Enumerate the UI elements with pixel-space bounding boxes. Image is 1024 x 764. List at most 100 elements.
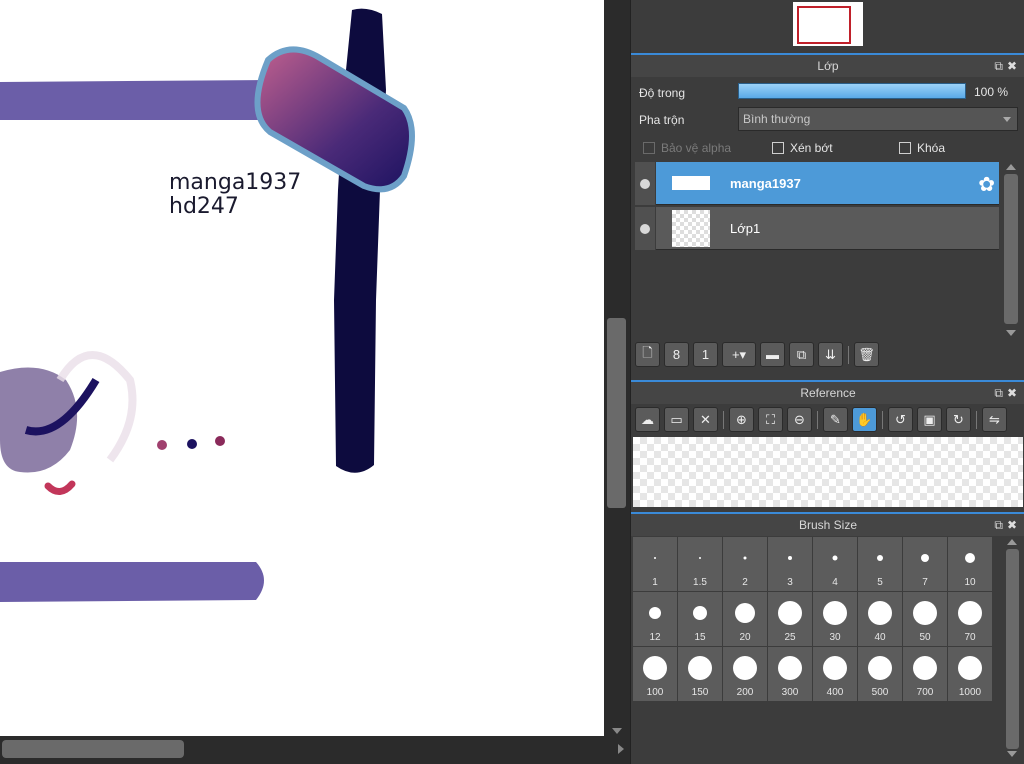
brush-dot-icon (743, 556, 747, 560)
brush-size-option[interactable]: 3 (768, 537, 812, 591)
brush-size-option[interactable]: 300 (768, 647, 812, 701)
duplicate-layer-icon[interactable]: ⧉ (789, 342, 814, 367)
scroll-up-arrow[interactable] (1006, 164, 1016, 170)
lock-label: Khóa (917, 141, 946, 155)
canvas-vertical-scrollbar[interactable] (604, 0, 630, 736)
brush-size-option[interactable]: 5 (858, 537, 902, 591)
drawing-canvas[interactable]: manga1937 hd247 (0, 0, 604, 736)
trash-icon[interactable]: 🗑 (854, 342, 879, 367)
add-layer-dropdown-icon[interactable]: +▾ (722, 342, 756, 367)
scroll-down-arrow[interactable] (1006, 330, 1016, 336)
checkbox-box[interactable] (772, 142, 784, 154)
fit-screen-icon[interactable]: ⛶ (758, 407, 783, 432)
checkbox-box[interactable] (899, 142, 911, 154)
layer-row-lop1[interactable]: Lớp1 (635, 207, 999, 250)
cloud-upload-icon[interactable]: ☁ (635, 407, 660, 432)
rotate-left-icon[interactable]: ↺ (888, 407, 913, 432)
checkbox-box[interactable] (643, 142, 655, 154)
scroll-thumb[interactable] (1006, 549, 1019, 749)
brush-dot-icon (823, 656, 847, 680)
scroll-thumb[interactable] (607, 318, 626, 508)
brush-size-option[interactable]: 150 (678, 647, 722, 701)
eyedropper-icon[interactable]: ✎ (823, 407, 848, 432)
new-8bit-layer-icon[interactable]: 8 (664, 342, 689, 367)
brush-size-option[interactable]: 12 (633, 592, 677, 646)
reference-image-area[interactable] (633, 437, 1023, 507)
close-icon[interactable]: ✖ (1007, 518, 1021, 532)
merge-down-icon[interactable]: ⇊ (818, 342, 843, 367)
brush-dot-icon (654, 557, 656, 559)
brush-size-label: 5 (877, 577, 883, 588)
toolbar-separator (817, 410, 818, 429)
brush-size-option[interactable]: 1 (633, 537, 677, 591)
folder-icon[interactable]: ▬ (760, 342, 785, 367)
brush-size-option[interactable]: 2 (723, 537, 767, 591)
layer-row-manga1937[interactable]: manga1937 ✿ (635, 162, 999, 205)
rotate-right-icon[interactable]: ↻ (946, 407, 971, 432)
brush-size-option[interactable]: 30 (813, 592, 857, 646)
scroll-down-arrow[interactable] (612, 728, 622, 734)
brush-size-option[interactable]: 100 (633, 647, 677, 701)
protect-alpha-checkbox[interactable]: Bảo vệ alpha (643, 141, 731, 155)
visibility-toggle[interactable] (635, 207, 655, 250)
brush-size-option[interactable]: 70 (948, 592, 992, 646)
brush-size-option[interactable]: 40 (858, 592, 902, 646)
hand-icon[interactable]: ✋ (852, 407, 877, 432)
brush-size-option[interactable]: 10 (948, 537, 992, 591)
brush-size-option[interactable]: 25 (768, 592, 812, 646)
scroll-up-arrow[interactable] (1007, 539, 1017, 545)
brush-size-option[interactable]: 500 (858, 647, 902, 701)
layer-thumbnail (672, 176, 710, 190)
open-folder-icon[interactable]: ▭ (664, 407, 689, 432)
reset-view-icon[interactable]: ▣ (917, 407, 942, 432)
zoom-out-icon[interactable]: ⊖ (787, 407, 812, 432)
close-icon[interactable]: ✖ (1007, 386, 1021, 400)
scroll-down-arrow[interactable] (1007, 751, 1017, 757)
brush-size-label: 1.5 (693, 577, 707, 588)
brush-size-option[interactable]: 50 (903, 592, 947, 646)
brush-size-option[interactable]: 4 (813, 537, 857, 591)
canvas-horizontal-scrollbar[interactable] (0, 736, 630, 764)
brush-dot-icon (688, 656, 712, 680)
undock-icon[interactable]: ⧉ (994, 386, 1007, 400)
gradient-blob (254, 46, 415, 193)
navigator-thumbnail[interactable] (793, 2, 863, 46)
brush-size-option[interactable]: 200 (723, 647, 767, 701)
new-1bit-layer-icon[interactable]: 1 (693, 342, 718, 367)
opacity-slider[interactable] (738, 83, 966, 99)
close-icon[interactable]: ✖ (1007, 59, 1021, 73)
brush-size-option[interactable]: 15 (678, 592, 722, 646)
undock-icon[interactable]: ⧉ (994, 59, 1007, 73)
scroll-thumb[interactable] (1004, 174, 1018, 324)
brush-dot-icon (868, 601, 892, 625)
brush-size-option[interactable]: 1.5 (678, 537, 722, 591)
zoom-in-icon[interactable]: ⊕ (729, 407, 754, 432)
blend-mode-select[interactable]: Bình thường (738, 107, 1018, 131)
chevron-down-icon (1003, 117, 1011, 122)
brush-size-label: 20 (739, 632, 751, 643)
navigator-viewport-frame[interactable] (797, 6, 851, 44)
brush-size-scrollbar[interactable] (1003, 537, 1021, 759)
undock-icon[interactable]: ⧉ (994, 518, 1007, 532)
layer-list: manga1937 ✿ Lớp1 (635, 162, 999, 338)
toolbar-separator (723, 410, 724, 429)
brush-size-option[interactable]: 700 (903, 647, 947, 701)
brush-dot-icon (965, 553, 975, 563)
brush-size-option[interactable]: 7 (903, 537, 947, 591)
brush-size-option[interactable]: 400 (813, 647, 857, 701)
brush-size-option[interactable]: 1000 (948, 647, 992, 701)
flip-icon[interactable]: ⇋ (982, 407, 1007, 432)
visibility-toggle[interactable] (635, 162, 655, 205)
brush-dot-icon (913, 656, 937, 680)
lock-checkbox[interactable]: Khóa (899, 141, 945, 155)
close-icon[interactable]: ✕ (693, 407, 718, 432)
brush-size-option[interactable]: 20 (723, 592, 767, 646)
scroll-thumb[interactable] (2, 740, 184, 758)
brush-dot-icon (649, 607, 661, 619)
scroll-right-arrow[interactable] (618, 744, 624, 754)
canvas-text-line-1: manga1937 (169, 170, 302, 195)
layer-list-scrollbar[interactable] (1001, 162, 1021, 338)
clipping-checkbox[interactable]: Xén bớt (772, 141, 833, 155)
new-layer-icon[interactable]: 🗋 (635, 342, 660, 367)
gear-icon[interactable]: ✿ (978, 172, 995, 197)
